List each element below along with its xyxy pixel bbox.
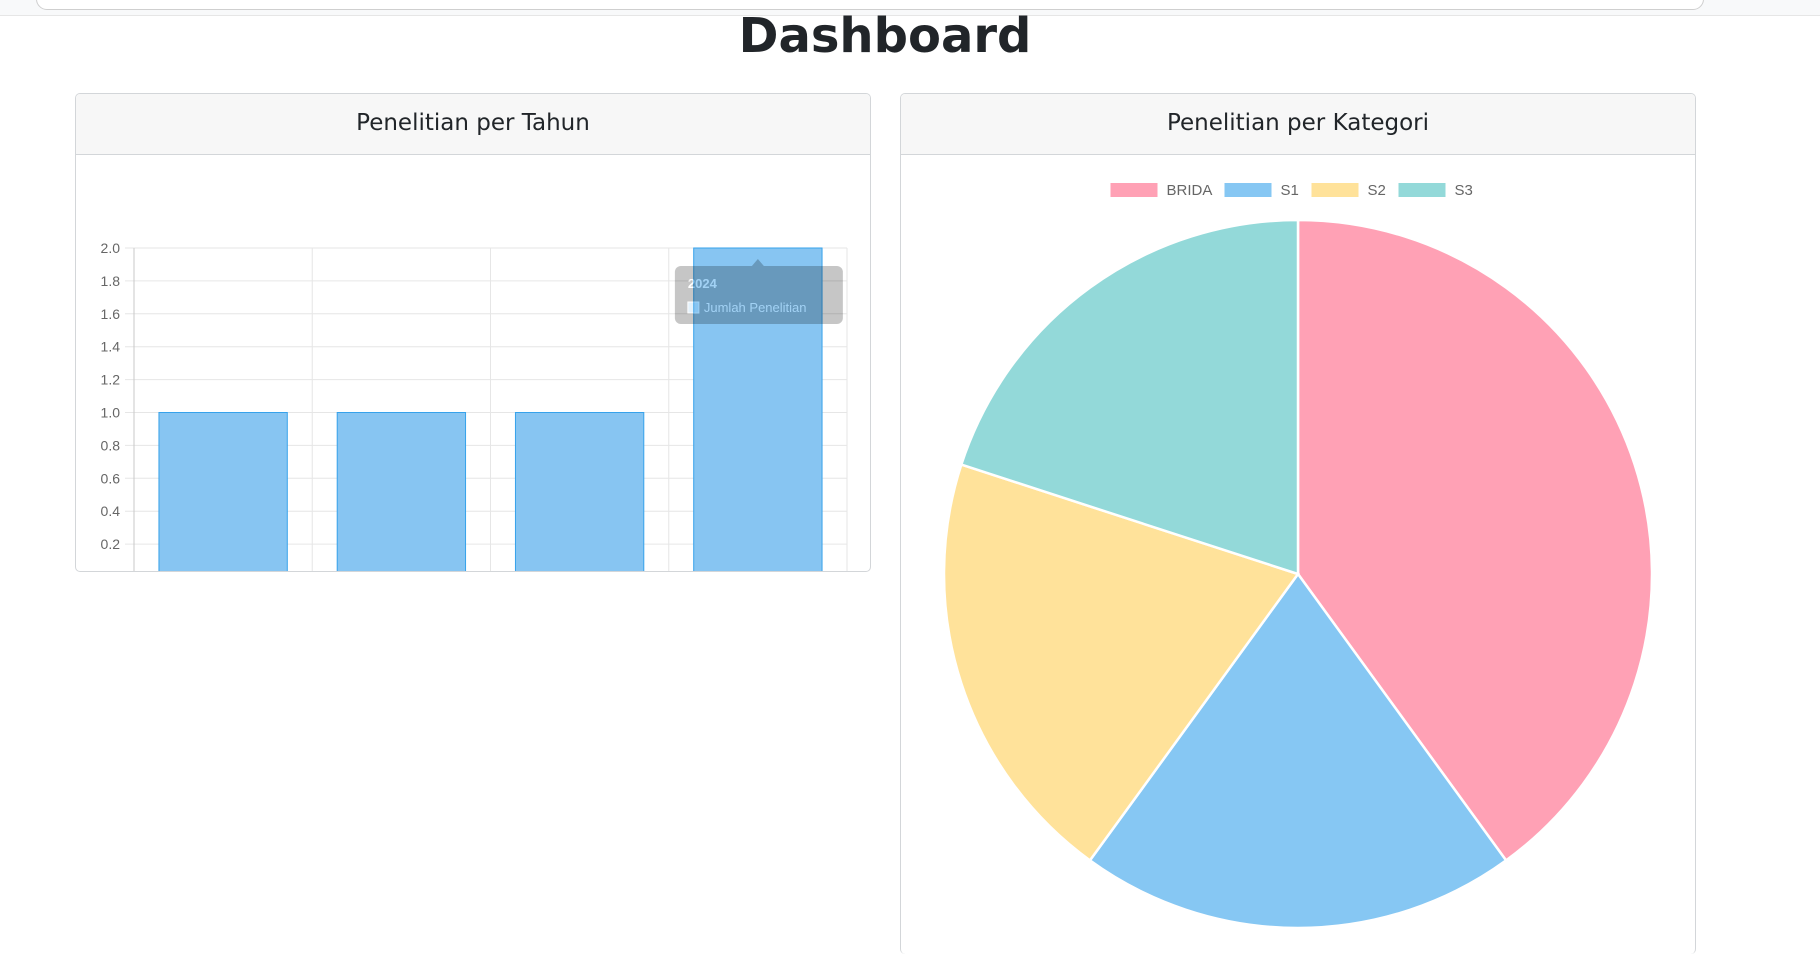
legend-label-S1[interactable]: S1 <box>1281 182 1299 199</box>
legend-swatch-S3 <box>1398 183 1446 197</box>
tooltip-box <box>674 266 843 324</box>
page-title: Dashboard <box>738 8 1032 64</box>
legend-swatch-S1 <box>1224 183 1272 197</box>
bar-2021[interactable] <box>158 412 288 572</box>
tooltip-title: 2024 <box>688 276 718 291</box>
legend-swatch-BRIDA <box>1110 183 1158 197</box>
y-tick-label: 1.2 <box>101 372 121 388</box>
tooltip-swatch <box>687 301 700 314</box>
pie-chart-card-title: Penelitian per Kategori <box>901 94 1695 155</box>
legend-label-BRIDA[interactable]: BRIDA <box>1167 182 1213 199</box>
bar-chart-card-title: Penelitian per Tahun <box>76 94 870 155</box>
bar-2023[interactable] <box>514 412 645 572</box>
y-tick-label: 0.4 <box>101 503 121 519</box>
pie-chart[interactable]: BRIDA S1 S2 S3 <box>901 155 1695 954</box>
legend-label-S3[interactable]: S3 <box>1455 182 1473 199</box>
y-tick-label: 0.2 <box>101 536 121 552</box>
y-tick-label: 0.6 <box>101 470 121 486</box>
legend-label-S2[interactable]: S2 <box>1368 182 1386 199</box>
y-tick-label: 1.6 <box>101 306 121 322</box>
bar-chart[interactable]: 00.20.40.60.81.01.21.41.61.82.0202120222… <box>76 155 870 571</box>
y-tick-label: 2.0 <box>101 240 121 256</box>
tooltip-label: Jumlah Penelitian <box>704 300 807 315</box>
y-tick-label: 1.8 <box>101 273 121 289</box>
y-tick-label: 0.8 <box>101 437 121 453</box>
y-tick-label: 1.0 <box>101 405 121 421</box>
y-tick-label: 0 <box>112 569 120 571</box>
legend-swatch-S2 <box>1311 183 1359 197</box>
chart-tooltip: 2024 Jumlah Penelitian <box>674 259 843 324</box>
pie-chart-card: Penelitian per Kategori BRIDA S1 S2 S3 <box>900 93 1696 954</box>
bar-2022[interactable] <box>336 412 467 572</box>
bar-chart-body: 00.20.40.60.81.01.21.41.61.82.0202120222… <box>76 155 870 571</box>
pie-chart-body: BRIDA S1 S2 S3 <box>901 155 1695 954</box>
bar-chart-card: Penelitian per Tahun 0 0.2 0.4 0.6 0.8 1.0 1.2… <box>75 93 871 572</box>
y-tick-label: 1.4 <box>101 339 121 355</box>
